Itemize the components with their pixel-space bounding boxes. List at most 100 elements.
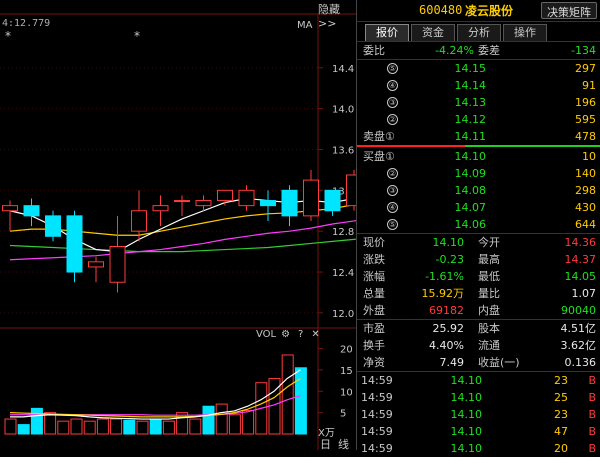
- volume-bar: [136, 420, 149, 435]
- tab-operations[interactable]: 操作: [503, 24, 547, 41]
- volume-bar: [149, 418, 162, 435]
- buy-price: 14.10: [454, 150, 487, 163]
- event-marker: *: [134, 29, 140, 43]
- quote-label: 涨幅: [363, 270, 385, 283]
- stock-code: 600480: [419, 3, 463, 17]
- quote-value: 69182: [429, 304, 464, 317]
- volume-toolbar: VOL ⚙ ? ✕: [256, 327, 321, 341]
- tab-quote[interactable]: 报价: [365, 24, 409, 41]
- trade-volume: 23: [554, 374, 568, 387]
- tab-analysis[interactable]: 分析: [457, 24, 501, 41]
- volume-tick-label: 5: [340, 409, 346, 420]
- candle-body: [45, 215, 61, 237]
- quote-row: 现价 14.10 今开 14.36: [357, 234, 600, 251]
- level-badge: ③: [387, 185, 398, 196]
- quote-value: 14.37: [564, 253, 597, 266]
- buy-volume: 298: [575, 184, 596, 197]
- trade-row: 14:59 14.10 25 B: [357, 389, 600, 406]
- buy-volume: 644: [575, 218, 596, 231]
- sell-1-label: 卖盘①: [363, 130, 395, 143]
- quote-value: -0.23: [435, 253, 464, 266]
- sell-level-1[interactable]: 卖盘① 14.11 478: [357, 128, 600, 145]
- quote-label: 现价: [363, 236, 385, 249]
- tab-funds[interactable]: 资金: [411, 24, 455, 41]
- quote-value: 90040: [561, 304, 596, 317]
- volume-bar: [202, 405, 215, 435]
- kline-chart-area[interactable]: 14.414.013.613.212.812.412.02015105**14.…: [0, 0, 356, 451]
- buy-level-1[interactable]: 买盘① 14.10 10: [357, 148, 600, 165]
- trade-row: 14:59 14.10 47 B: [357, 423, 600, 440]
- volume-tick-label: 20: [340, 345, 353, 356]
- buy-1-label: 买盘①: [363, 150, 395, 163]
- candle-body: [152, 205, 169, 212]
- quote-label: 量比: [478, 287, 500, 300]
- level-badge: ②: [387, 168, 398, 179]
- sell-volume: 297: [575, 62, 596, 75]
- price-tick-label: 12.0: [332, 309, 354, 320]
- trade-time: 14:59: [361, 391, 393, 404]
- quote-value: 14.10: [432, 236, 465, 249]
- quote-label: 总量: [363, 287, 385, 300]
- sell-level-3[interactable]: ③ 14.13 196: [357, 94, 600, 111]
- volume-bar: [294, 367, 307, 435]
- quote-row: 涨跌 -0.23 最高 14.37: [357, 251, 600, 268]
- decision-matrix-button[interactable]: 决策矩阵: [541, 2, 597, 19]
- sell-price: 14.12: [454, 113, 487, 126]
- trade-time: 14:59: [361, 408, 393, 421]
- fund-label: 流通: [478, 339, 500, 352]
- order-ratio-row: 委比 -4.24% 委差 -134: [357, 42, 600, 59]
- buy-level-2[interactable]: ② 14.09 140: [357, 165, 600, 182]
- fund-value: 4.40%: [429, 339, 464, 352]
- help-icon[interactable]: ?: [295, 329, 306, 340]
- volume-bar: [281, 354, 294, 435]
- trade-price: 14.10: [450, 391, 483, 404]
- fund-value: 4.51亿: [560, 322, 597, 335]
- trade-row: 14:59 14.10 23 B: [357, 372, 600, 389]
- tick-trades: 14:59 14.10 23 B 14:59 14.10 25 B 14:59 …: [357, 372, 600, 457]
- quote-details: 现价 14.10 今开 14.36 涨跌 -0.23 最高 14.37 涨幅 -…: [357, 234, 600, 319]
- trade-time: 14:59: [361, 425, 393, 438]
- buy-level-4[interactable]: ④ 14.07 430: [357, 199, 600, 216]
- panel-header: 600480 凌云股份 决策矩阵: [357, 0, 600, 22]
- volume-bar: [83, 420, 96, 435]
- gear-icon[interactable]: ⚙: [280, 329, 291, 340]
- fund-row: 市盈 25.92 股本 4.51亿: [357, 320, 600, 337]
- fund-row: 净资 7.49 收益(一) 0.136: [357, 354, 600, 371]
- candle-body: [174, 200, 190, 203]
- diff-value: -134: [571, 44, 596, 57]
- kline-chart-svg[interactable]: 14.414.013.613.212.812.412.02015105**14.…: [0, 0, 356, 450]
- trade-volume: 25: [554, 391, 568, 404]
- volume-bar: [110, 418, 123, 435]
- trade-volume: 47: [554, 425, 568, 438]
- buy-price: 14.09: [454, 167, 487, 180]
- price-tick-label: 14.4: [332, 64, 354, 75]
- sell-level-5[interactable]: ⑤ 14.15 297: [357, 60, 600, 77]
- price-tick-label: 13.6: [332, 145, 354, 156]
- volume-bar: [17, 424, 30, 435]
- volume-bar: [242, 410, 255, 435]
- sell-volume: 196: [575, 96, 596, 109]
- candle-body: [131, 210, 147, 232]
- hide-panel-button[interactable]: 隐藏>>: [318, 1, 356, 30]
- volume-label: VOL: [256, 328, 277, 340]
- sell-level-4[interactable]: ④ 14.14 91: [357, 77, 600, 94]
- level-badge: ③: [387, 97, 398, 108]
- buy-level-3[interactable]: ③ 14.08 298: [357, 182, 600, 199]
- trade-volume: 20: [554, 442, 568, 455]
- buy-level-5[interactable]: ⑤ 14.06 644: [357, 216, 600, 233]
- quote-label: 最高: [478, 253, 500, 266]
- buy-order-book: 买盘① 14.10 10 ② 14.09 140 ③ 14.08 298 ④ 1…: [357, 148, 600, 233]
- fund-label: 市盈: [363, 322, 385, 335]
- candle-body: [66, 215, 83, 273]
- event-marker: *: [5, 29, 11, 43]
- trade-side: B: [588, 374, 596, 387]
- candle-body: [23, 205, 40, 217]
- volume-bar: [96, 418, 109, 435]
- trade-side: B: [588, 408, 596, 421]
- volume-bar: [70, 418, 83, 435]
- quote-value: 14.36: [564, 236, 597, 249]
- close-icon[interactable]: ✕: [310, 329, 321, 340]
- candle-body: [346, 174, 356, 207]
- sell-level-2[interactable]: ② 14.12 595: [357, 111, 600, 128]
- fund-value: 3.62亿: [560, 339, 597, 352]
